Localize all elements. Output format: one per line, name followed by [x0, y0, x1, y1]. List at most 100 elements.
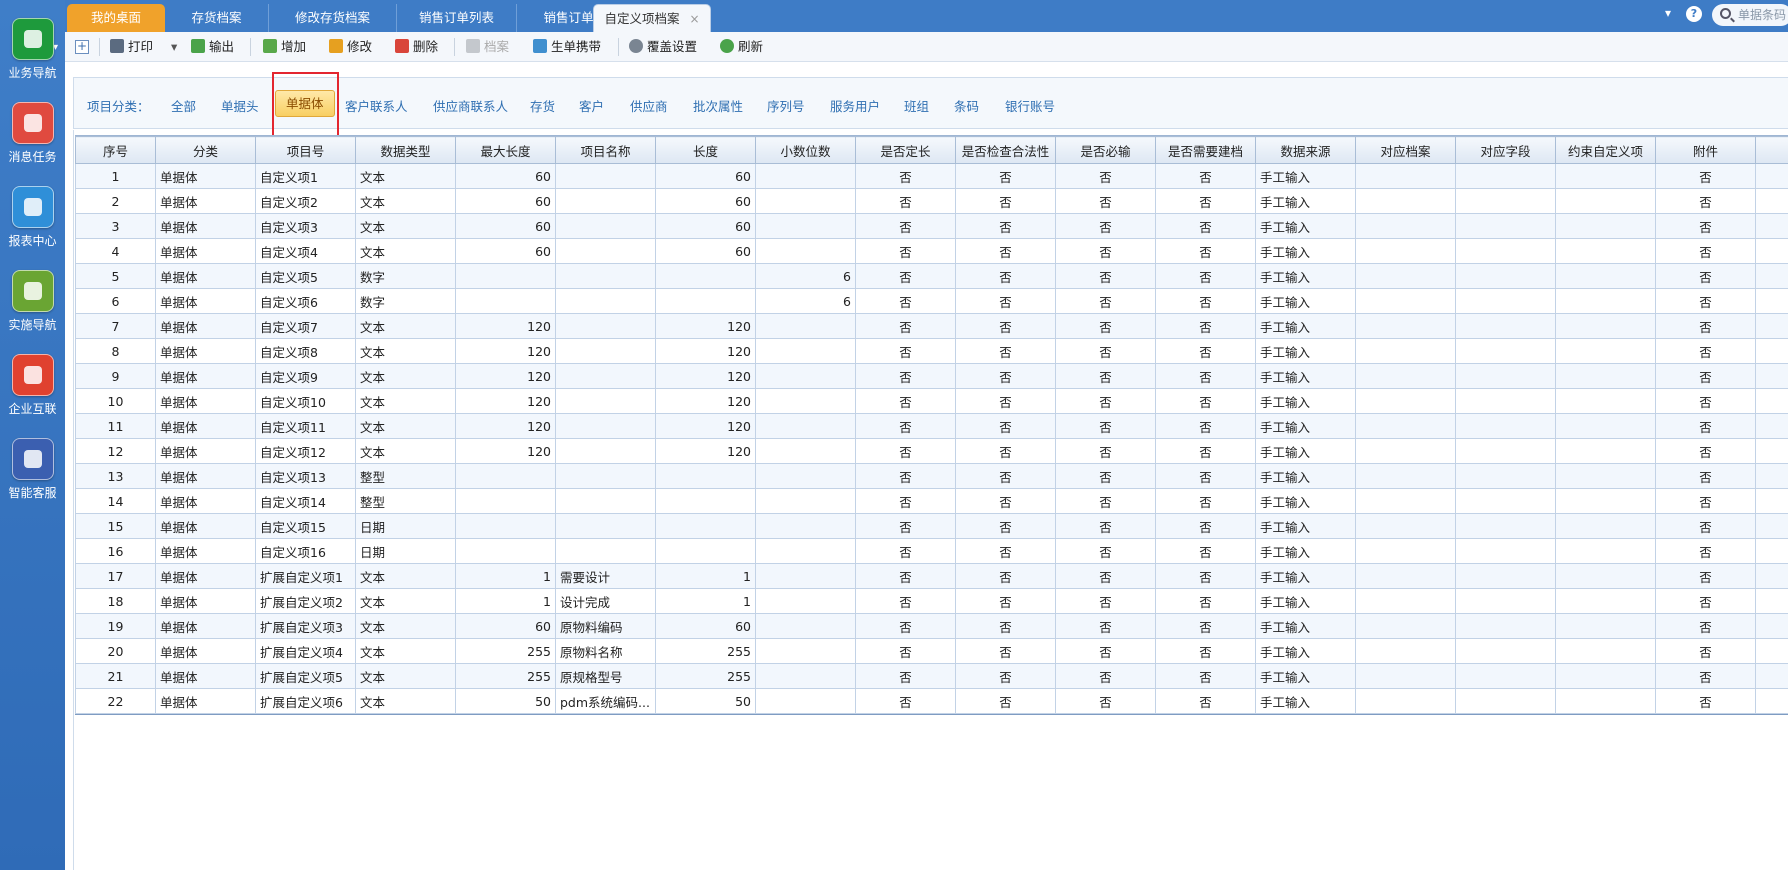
table-cell[interactable]	[1755, 288, 1788, 314]
table-cell[interactable]: 否	[1055, 588, 1156, 614]
table-cell[interactable]: 否	[855, 263, 956, 289]
table-cell[interactable]: 手工输入	[1255, 313, 1356, 339]
table-cell[interactable]: 5	[75, 263, 156, 289]
table-cell[interactable]	[1755, 488, 1788, 514]
table-cell[interactable]	[455, 288, 556, 314]
table-cell[interactable]: 60	[455, 188, 556, 214]
table-cell[interactable]	[1555, 313, 1656, 339]
table-cell[interactable]: 手工输入	[1255, 238, 1356, 264]
table-cell[interactable]: 否	[955, 663, 1056, 689]
table-cell[interactable]	[1555, 188, 1656, 214]
table-row[interactable]: 18 单据体 扩展自定义项2 文本 1 设计完成 1 否否否否手工输入否	[75, 588, 1788, 614]
table-cell[interactable]	[655, 463, 756, 489]
sidebar-item-4[interactable]: 企业互联	[0, 354, 65, 417]
table-cell[interactable]	[555, 388, 656, 414]
table-cell[interactable]	[1555, 438, 1656, 464]
table-cell[interactable]: 手工输入	[1255, 688, 1356, 714]
table-cell[interactable]	[1755, 588, 1788, 614]
table-cell[interactable]: 60	[455, 613, 556, 639]
table-cell[interactable]: 自定义项1	[255, 163, 356, 189]
table-cell[interactable]: 60	[655, 163, 756, 189]
table-cell[interactable]: 否	[955, 513, 1056, 539]
table-cell[interactable]	[555, 538, 656, 564]
table-cell[interactable]	[1555, 413, 1656, 439]
table-cell[interactable]: 18	[75, 588, 156, 614]
table-cell[interactable]	[1555, 688, 1656, 714]
table-cell[interactable]: 否	[1055, 438, 1156, 464]
table-cell[interactable]: 原规格型号	[555, 663, 656, 689]
table-cell[interactable]	[1455, 288, 1556, 314]
table-cell[interactable]: 手工输入	[1255, 663, 1356, 689]
table-cell[interactable]: 单据体	[155, 288, 256, 314]
table-cell[interactable]	[555, 263, 656, 289]
table-cell[interactable]: 文本	[355, 363, 456, 389]
table-cell[interactable]	[1755, 438, 1788, 464]
table-cell[interactable]: 否	[855, 413, 956, 439]
table-cell[interactable]	[755, 588, 856, 614]
tab-sales-order-list[interactable]: 销售订单列表	[397, 4, 517, 32]
table-cell[interactable]: 单据体	[155, 663, 256, 689]
table-cell[interactable]: 否	[855, 388, 956, 414]
table-cell[interactable]: 单据体	[155, 313, 256, 339]
table-cell[interactable]	[1355, 688, 1456, 714]
table-cell[interactable]: 22	[75, 688, 156, 714]
table-cell[interactable]: 单据体	[155, 638, 256, 664]
table-cell[interactable]: 否	[1655, 538, 1756, 564]
sidebar-item-3[interactable]: 实施导航	[0, 270, 65, 333]
table-cell[interactable]	[1455, 513, 1556, 539]
table-cell[interactable]: 否	[1055, 563, 1156, 589]
column-header[interactable]: 数据来源	[1255, 136, 1356, 164]
table-cell[interactable]	[1355, 213, 1456, 239]
table-cell[interactable]	[1355, 538, 1456, 564]
table-cell[interactable]: 否	[1655, 263, 1756, 289]
table-cell[interactable]: 日期	[355, 538, 456, 564]
category-service-user[interactable]: 服务用户	[830, 96, 880, 115]
table-row[interactable]: 12 单据体 自定义项12 文本 120 120 否否否否手工输入否	[75, 438, 1788, 464]
table-cell[interactable]: 否	[1055, 363, 1156, 389]
table-cell[interactable]: 手工输入	[1255, 288, 1356, 314]
table-cell[interactable]: 手工输入	[1255, 263, 1356, 289]
table-cell[interactable]: 手工输入	[1255, 163, 1356, 189]
table-cell[interactable]	[1755, 363, 1788, 389]
table-cell[interactable]: 扩展自定义项5	[255, 663, 356, 689]
column-header[interactable]: 对应档案	[1355, 136, 1456, 164]
table-cell[interactable]: 否	[955, 538, 1056, 564]
table-cell[interactable]: 否	[855, 638, 956, 664]
table-cell[interactable]	[655, 488, 756, 514]
table-cell[interactable]: 日期	[355, 513, 456, 539]
table-cell[interactable]	[755, 688, 856, 714]
table-cell[interactable]	[1455, 388, 1556, 414]
table-cell[interactable]	[1755, 688, 1788, 714]
table-cell[interactable]: 设计完成	[555, 588, 656, 614]
table-cell[interactable]: 否	[855, 538, 956, 564]
refresh-button[interactable]: 刷新	[720, 37, 763, 57]
table-cell[interactable]	[755, 463, 856, 489]
sidebar-item-0[interactable]: 业务导航	[0, 18, 65, 81]
table-cell[interactable]: 6	[75, 288, 156, 314]
table-cell[interactable]: 自定义项11	[255, 413, 356, 439]
table-cell[interactable]	[1355, 613, 1456, 639]
table-cell[interactable]: 文本	[355, 188, 456, 214]
table-cell[interactable]: 50	[455, 688, 556, 714]
table-cell[interactable]	[1455, 338, 1556, 364]
table-cell[interactable]	[1755, 313, 1788, 339]
table-cell[interactable]	[1455, 688, 1556, 714]
table-cell[interactable]: 60	[455, 213, 556, 239]
table-cell[interactable]	[655, 263, 756, 289]
table-cell[interactable]: 自定义项13	[255, 463, 356, 489]
table-cell[interactable]: 120	[455, 388, 556, 414]
table-cell[interactable]: 单据体	[155, 588, 256, 614]
table-cell[interactable]: 否	[1055, 238, 1156, 264]
table-cell[interactable]: 手工输入	[1255, 338, 1356, 364]
table-cell[interactable]: 255	[455, 638, 556, 664]
column-header[interactable]: 对应字段	[1455, 136, 1556, 164]
table-cell[interactable]: 1	[455, 563, 556, 589]
barcode-search-input[interactable]: 单据条码	[1712, 4, 1788, 26]
table-cell[interactable]: 否	[955, 363, 1056, 389]
column-header[interactable]: 最大长度	[455, 136, 556, 164]
table-cell[interactable]	[1455, 238, 1556, 264]
table-cell[interactable]: 手工输入	[1255, 513, 1356, 539]
table-cell[interactable]: 整型	[355, 488, 456, 514]
category-all[interactable]: 全部	[171, 96, 196, 115]
table-cell[interactable]: 否	[1655, 513, 1756, 539]
